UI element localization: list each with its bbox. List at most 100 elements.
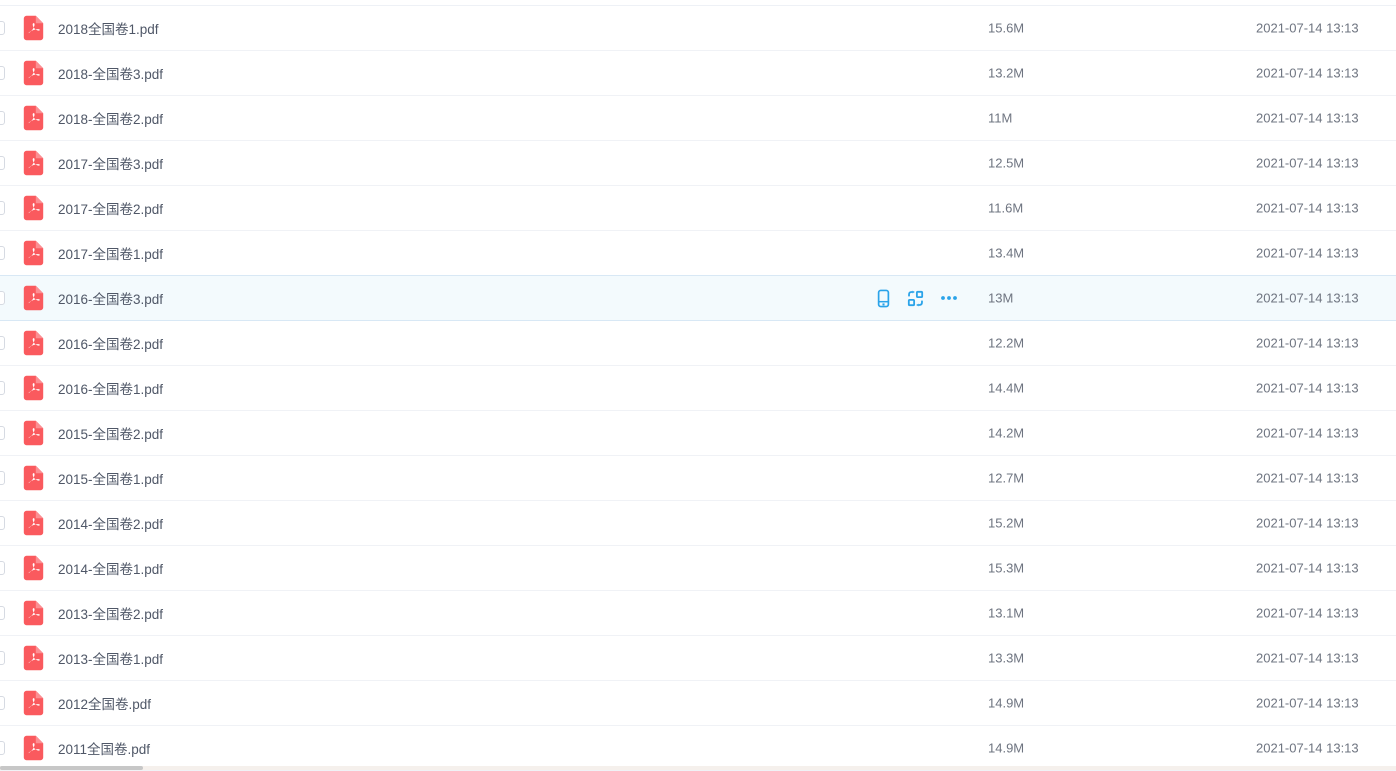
file-row[interactable]: 2016-全国卷3.pdf [0, 276, 1396, 321]
pdf-icon [23, 645, 44, 671]
file-date: 2021-07-14 13:13 [1256, 336, 1359, 351]
file-row[interactable]: 2017-全国卷1.pdf [0, 231, 1396, 276]
file-row[interactable]: 2011全国卷.pdf [0, 726, 1396, 771]
row-checkbox[interactable] [0, 651, 5, 665]
file-name-link[interactable]: 2013-全国卷2.pdf [58, 603, 163, 623]
horizontal-scrollbar[interactable] [0, 766, 1396, 770]
file-date: 2021-07-14 13:13 [1256, 201, 1359, 216]
pdf-icon [23, 15, 44, 41]
file-size: 14.4M [988, 381, 1024, 396]
file-date: 2021-07-14 13:13 [1256, 156, 1359, 171]
file-row[interactable]: 2012全国卷.pdf [0, 681, 1396, 726]
file-manager-page: 2018全国卷1.pdf [0, 0, 1396, 771]
file-row[interactable]: 2014-全国卷2.pdf [0, 501, 1396, 546]
file-row[interactable]: 2013-全国卷1.pdf [0, 636, 1396, 681]
pdf-icon [23, 420, 44, 446]
row-checkbox[interactable] [0, 381, 5, 395]
more-dots-icon[interactable] [940, 295, 958, 301]
file-name-link[interactable]: 2018全国卷1.pdf [58, 18, 159, 38]
transfer-icon[interactable] [907, 290, 924, 307]
row-checkbox[interactable] [0, 156, 5, 170]
file-name-link[interactable]: 2017-全国卷1.pdf [58, 243, 163, 263]
row-checkbox[interactable] [0, 561, 5, 575]
file-row[interactable]: 2015-全国卷1.pdf [0, 456, 1396, 501]
file-name-link[interactable]: 2011全国卷.pdf [58, 738, 150, 758]
file-name-link[interactable]: 2015-全国卷2.pdf [58, 423, 163, 443]
file-size: 13M [988, 291, 1013, 306]
pdf-icon [23, 735, 44, 761]
file-size: 13.1M [988, 606, 1024, 621]
pdf-icon [23, 60, 44, 86]
row-checkbox[interactable] [0, 291, 5, 305]
row-checkbox[interactable] [0, 111, 5, 125]
file-name-link[interactable]: 2012全国卷.pdf [58, 693, 151, 713]
file-row[interactable]: 2013-全国卷2.pdf [0, 591, 1396, 636]
file-date: 2021-07-14 13:13 [1256, 21, 1359, 36]
file-size: 13.4M [988, 246, 1024, 261]
file-row[interactable]: 2015-全国卷2.pdf [0, 411, 1396, 456]
send-to-phone-icon[interactable] [876, 289, 891, 308]
file-size: 14.9M [988, 696, 1024, 711]
pdf-icon [23, 330, 44, 356]
pdf-icon [23, 195, 44, 221]
file-row[interactable]: 2018全国卷1.pdf [0, 6, 1396, 51]
row-checkbox[interactable] [0, 741, 5, 755]
row-checkbox[interactable] [0, 201, 5, 215]
pdf-icon [23, 285, 44, 311]
scrollbar-thumb[interactable] [0, 766, 143, 770]
file-size: 13.3M [988, 651, 1024, 666]
file-row[interactable]: 2018-全国卷3.pdf [0, 51, 1396, 96]
file-date: 2021-07-14 13:13 [1256, 426, 1359, 441]
file-name-link[interactable]: 2016-全国卷2.pdf [58, 333, 163, 353]
pdf-icon [23, 240, 44, 266]
pdf-icon [23, 600, 44, 626]
pdf-icon [23, 105, 44, 131]
file-row[interactable]: 2014-全国卷1.pdf [0, 546, 1396, 591]
file-size: 15.6M [988, 21, 1024, 36]
file-name-link[interactable]: 2014-全国卷2.pdf [58, 513, 163, 533]
file-name-link[interactable]: 2016-全国卷3.pdf [58, 288, 163, 308]
pdf-icon [23, 510, 44, 536]
file-date: 2021-07-14 13:13 [1256, 561, 1359, 576]
file-name-link[interactable]: 2017-全国卷2.pdf [58, 198, 163, 218]
file-date: 2021-07-14 13:13 [1256, 66, 1359, 81]
file-size: 15.2M [988, 516, 1024, 531]
file-size: 13.2M [988, 66, 1024, 81]
file-row[interactable]: 2016-全国卷1.pdf [0, 366, 1396, 411]
file-name-link[interactable]: 2014-全国卷1.pdf [58, 558, 163, 578]
row-checkbox[interactable] [0, 21, 5, 35]
file-name-link[interactable]: 2013-全国卷1.pdf [58, 648, 163, 668]
row-checkbox[interactable] [0, 471, 5, 485]
row-checkbox[interactable] [0, 336, 5, 350]
file-date: 2021-07-14 13:13 [1256, 741, 1359, 756]
row-checkbox[interactable] [0, 696, 5, 710]
file-size: 14.9M [988, 741, 1024, 756]
file-size: 11M [988, 111, 1012, 126]
file-row[interactable]: 2018-全国卷2.pdf [0, 96, 1396, 141]
file-size: 14.2M [988, 426, 1024, 441]
file-date: 2021-07-14 13:13 [1256, 111, 1359, 126]
pdf-icon [23, 555, 44, 581]
file-size: 15.3M [988, 561, 1024, 576]
file-date: 2021-07-14 13:13 [1256, 516, 1359, 531]
file-date: 2021-07-14 13:13 [1256, 381, 1359, 396]
file-row[interactable]: 2017-全国卷3.pdf [0, 141, 1396, 186]
row-checkbox[interactable] [0, 606, 5, 620]
row-checkbox[interactable] [0, 516, 5, 530]
pdf-icon [23, 690, 44, 716]
row-checkbox[interactable] [0, 426, 5, 440]
file-name-link[interactable]: 2015-全国卷1.pdf [58, 468, 163, 488]
file-list: 2018全国卷1.pdf [0, 6, 1396, 771]
file-row[interactable]: 2017-全国卷2.pdf [0, 186, 1396, 231]
row-checkbox[interactable] [0, 66, 5, 80]
row-checkbox[interactable] [0, 246, 5, 260]
file-size: 11.6M [988, 201, 1023, 216]
file-row[interactable]: 2016-全国卷2.pdf [0, 321, 1396, 366]
file-name-link[interactable]: 2017-全国卷3.pdf [58, 153, 163, 173]
file-date: 2021-07-14 13:13 [1256, 606, 1359, 621]
file-name-link[interactable]: 2016-全国卷1.pdf [58, 378, 163, 398]
file-name-link[interactable]: 2018-全国卷2.pdf [58, 108, 163, 128]
pdf-icon [23, 375, 44, 401]
pdf-icon [23, 150, 44, 176]
file-name-link[interactable]: 2018-全国卷3.pdf [58, 63, 163, 83]
